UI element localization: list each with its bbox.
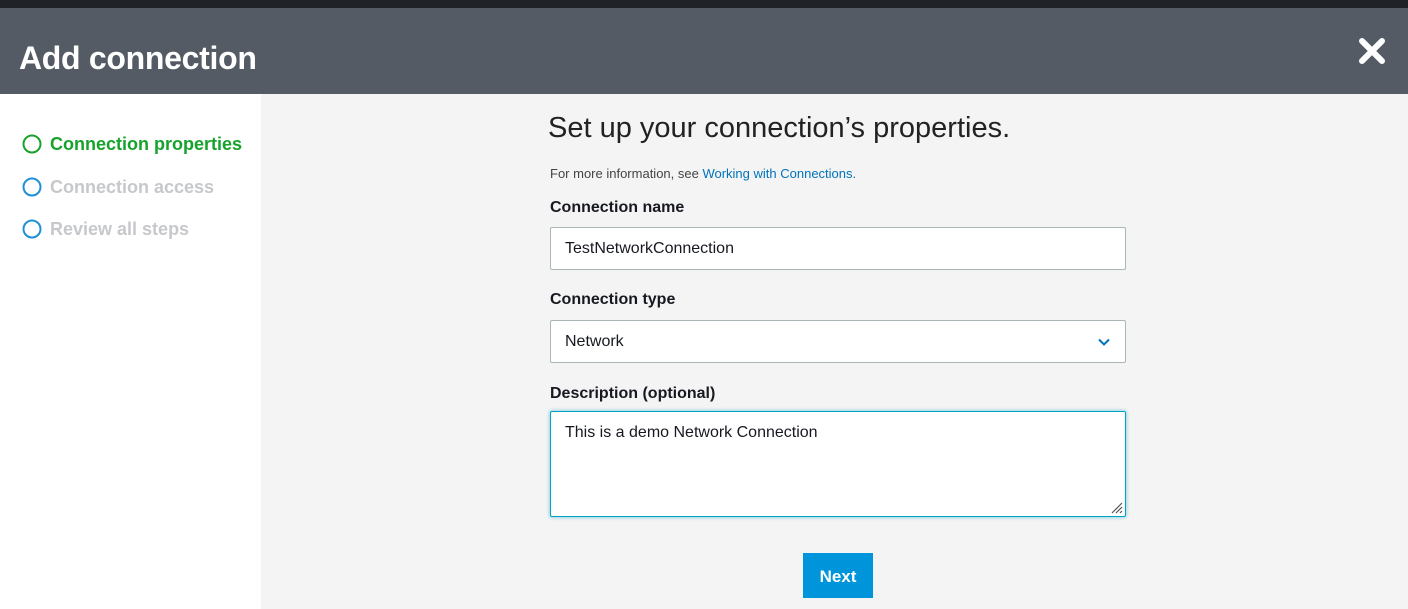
next-button[interactable]: Next bbox=[803, 553, 873, 598]
wizard-steps: Connection properties Connection access … bbox=[0, 94, 261, 609]
step-connection-access[interactable]: Connection access bbox=[22, 175, 214, 199]
connection-name-input[interactable]: TestNetworkConnection bbox=[550, 227, 1126, 270]
working-with-connections-link[interactable]: Working with Connections. bbox=[702, 166, 856, 181]
info-prefix: For more information, see bbox=[550, 166, 703, 181]
chevron-down-icon bbox=[1098, 338, 1110, 346]
connection-type-select[interactable]: Network bbox=[550, 320, 1126, 363]
step-label: Connection access bbox=[50, 177, 215, 197]
close-icon bbox=[1359, 38, 1385, 64]
close-button[interactable] bbox=[1357, 36, 1387, 66]
main-panel: Set up your connection’s properties. For… bbox=[261, 94, 1408, 609]
step-label: Connection properties bbox=[50, 134, 243, 154]
circle-icon bbox=[22, 177, 42, 197]
description-textarea[interactable]: This is a demo Network Connection bbox=[550, 411, 1126, 517]
resize-grip-icon[interactable] bbox=[1109, 500, 1123, 514]
step-connection-properties[interactable]: Connection properties bbox=[22, 132, 242, 156]
description-value: This is a demo Network Connection bbox=[565, 424, 818, 441]
step-review-all-steps[interactable]: Review all steps bbox=[22, 217, 189, 241]
connection-type-value: Network bbox=[565, 333, 624, 350]
connection-name-label: Connection name bbox=[550, 199, 685, 216]
info-text: For more information, see Working with C… bbox=[550, 166, 856, 182]
dialog-header: Add connection bbox=[0, 8, 1408, 94]
circle-icon bbox=[22, 219, 42, 239]
page-title: Set up your connection’s properties. bbox=[548, 112, 1011, 144]
connection-type-label: Connection type bbox=[550, 291, 676, 308]
description-label: Description (optional) bbox=[550, 385, 716, 402]
top-bar bbox=[0, 0, 1408, 8]
connection-name-value: TestNetworkConnection bbox=[565, 240, 734, 257]
circle-icon bbox=[22, 134, 42, 154]
dialog-title: Add connection bbox=[19, 40, 257, 76]
step-label: Review all steps bbox=[50, 219, 190, 239]
